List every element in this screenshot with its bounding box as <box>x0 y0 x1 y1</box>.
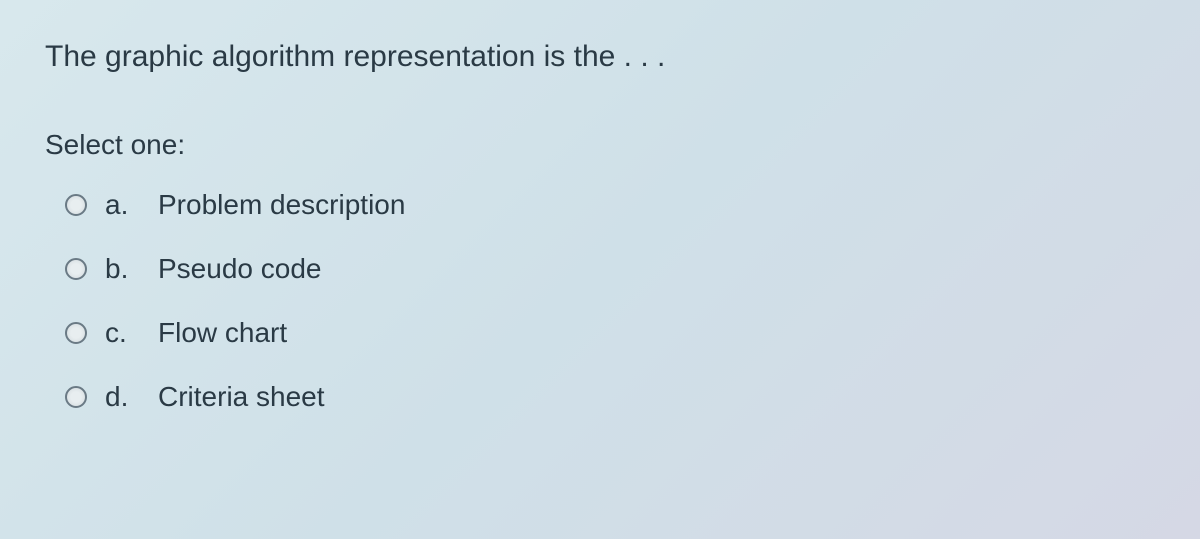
option-text: Problem description <box>158 189 405 221</box>
radio-icon[interactable] <box>65 194 87 216</box>
options-list: a. Problem description b. Pseudo code c.… <box>45 189 1155 413</box>
option-b[interactable]: b. Pseudo code <box>65 253 1155 285</box>
option-text: Criteria sheet <box>158 381 325 413</box>
radio-icon[interactable] <box>65 386 87 408</box>
option-c[interactable]: c. Flow chart <box>65 317 1155 349</box>
option-text: Pseudo code <box>158 253 321 285</box>
radio-icon[interactable] <box>65 258 87 280</box>
option-a[interactable]: a. Problem description <box>65 189 1155 221</box>
option-letter: b. <box>105 253 140 285</box>
option-d[interactable]: d. Criteria sheet <box>65 381 1155 413</box>
option-letter: c. <box>105 317 140 349</box>
radio-icon[interactable] <box>65 322 87 344</box>
select-one-label: Select one: <box>45 129 1155 161</box>
question-text: The graphic algorithm representation is … <box>45 40 1155 74</box>
option-text: Flow chart <box>158 317 287 349</box>
option-letter: a. <box>105 189 140 221</box>
option-letter: d. <box>105 381 140 413</box>
